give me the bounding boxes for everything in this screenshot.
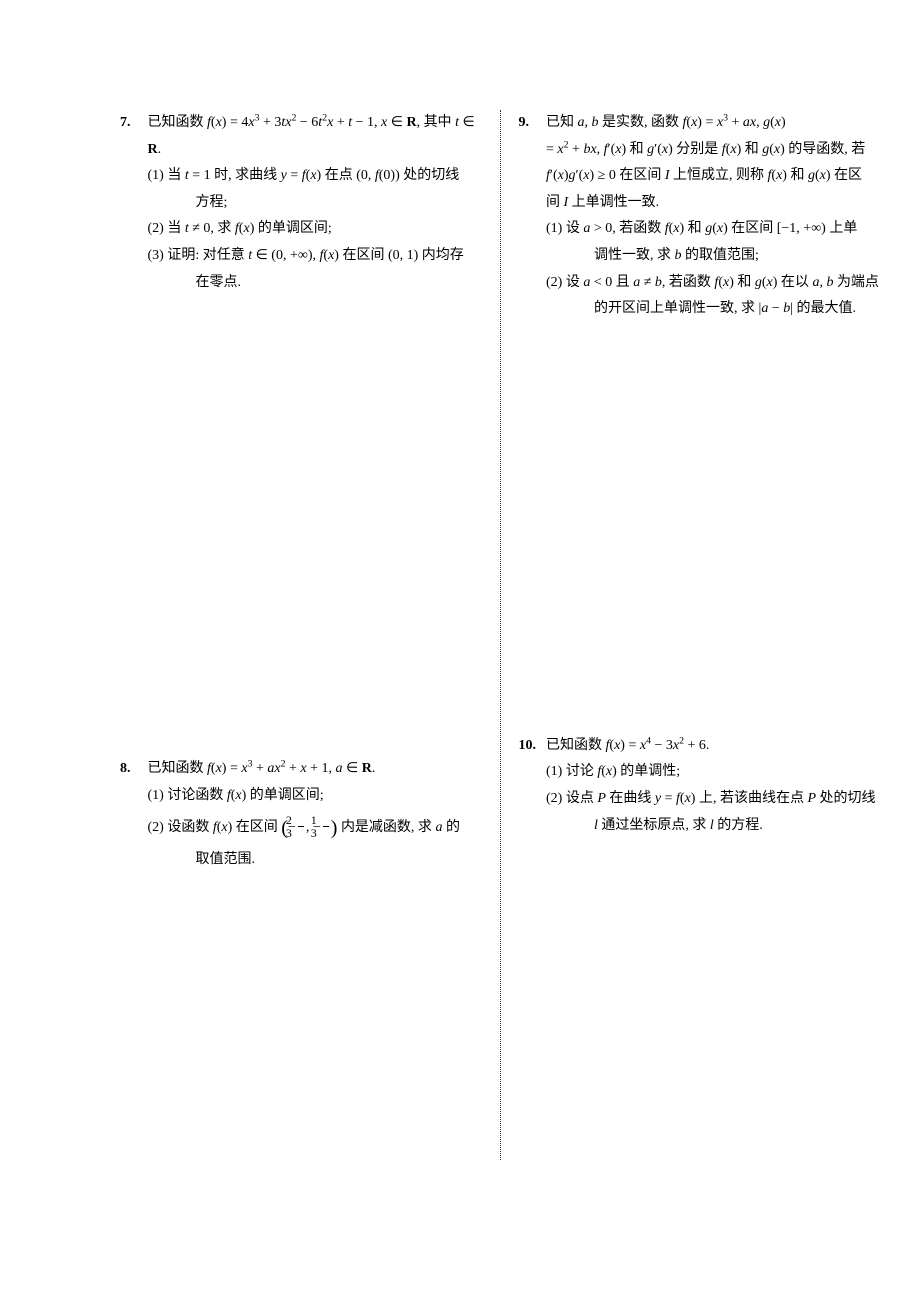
problem-8-sub1: (1) 讨论函数 f(x) 的单调区间; — [148, 783, 482, 810]
problem-7-sub1: (1) 当 t = 1 时, 求曲线 y = f(x) 在点 (0, f(0))… — [148, 163, 482, 190]
problem-body: 已知函数 f(x) = 4x3 + 3tx2 − 6t2x + t − 1, x… — [148, 110, 482, 296]
problem-8-sub2: (2) 设函数 f(x) 在区间 (−23, −13) 内是减函数, 求 a 的 — [148, 809, 482, 847]
problem-10-sub1: (1) 讨论 f(x) 的单调性; — [546, 759, 880, 786]
problem-stem: 已知函数 f(x) = x3 + ax2 + x + 1, a ∈ R. — [148, 761, 376, 776]
problem-9: 9. 已知 a, b 是实数, 函数 f(x) = x3 + ax, g(x) … — [519, 110, 881, 323]
problem-9-sub2: (2) 设 a < 0 且 a ≠ b, 若函数 f(x) 和 g(x) 在以 … — [546, 270, 880, 297]
problem-body: 已知函数 f(x) = x3 + ax2 + x + 1, a ∈ R. (1)… — [148, 756, 482, 874]
page: 7. 已知函数 f(x) = 4x3 + 3tx2 − 6t2x + t − 1… — [0, 0, 920, 1302]
problem-9-line1: 已知 a, b 是实数, 函数 f(x) = x3 + ax, g(x) — [546, 115, 786, 130]
problem-10: 10. 已知函数 f(x) = x4 − 3x2 + 6. (1) 讨论 f(x… — [519, 733, 881, 839]
left-column: 7. 已知函数 f(x) = 4x3 + 3tx2 − 6t2x + t − 1… — [120, 110, 500, 1262]
problem-9-sub2b: 的开区间上单调性一致, 求 |a − b| 的最大值. — [546, 296, 880, 323]
fraction-den: 3 — [298, 827, 304, 839]
fraction-den: 3 — [323, 827, 329, 839]
problem-number: 8. — [120, 756, 144, 783]
right-column: 9. 已知 a, b 是实数, 函数 f(x) = x3 + ax, g(x) … — [501, 110, 881, 1262]
fraction-num: 2 — [298, 814, 304, 827]
problem-number: 10. — [519, 733, 543, 760]
problem-number: 7. — [120, 110, 144, 137]
problem-9-line2: = x2 + bx, f′(x) 和 g′(x) 分别是 f(x) 和 g(x)… — [546, 142, 865, 157]
problem-number: 9. — [519, 110, 543, 137]
problem-9-sub1: (1) 设 a > 0, 若函数 f(x) 和 g(x) 在区间 [−1, +∞… — [546, 216, 880, 243]
fraction-num: 1 — [323, 814, 329, 827]
problem-7-sub3b: 在零点. — [148, 270, 482, 297]
problem-stem: 已知函数 f(x) = x4 − 3x2 + 6. — [546, 738, 709, 753]
problem-9-line4: 间 I 上单调性一致. — [546, 195, 659, 210]
problem-8: 8. 已知函数 f(x) = x3 + ax2 + x + 1, a ∈ R. … — [120, 756, 482, 874]
problem-8-sub2b: 取值范围. — [148, 847, 482, 874]
problem-7: 7. 已知函数 f(x) = 4x3 + 3tx2 − 6t2x + t − 1… — [120, 110, 482, 296]
problem-10-sub2b: l 通过坐标原点, 求 l 的方程. — [546, 813, 880, 840]
problem-body: 已知函数 f(x) = x4 − 3x2 + 6. (1) 讨论 f(x) 的单… — [546, 733, 880, 839]
problem-7-sub1b: 方程; — [148, 190, 482, 217]
problem-9-line3: f′(x)g′(x) ≥ 0 在区间 I 上恒成立, 则称 f(x) 和 g(x… — [546, 168, 862, 183]
problem-10-sub2: (2) 设点 P 在曲线 y = f(x) 上, 若该曲线在点 P 处的切线 — [546, 786, 880, 813]
problem-body: 已知 a, b 是实数, 函数 f(x) = x3 + ax, g(x) = x… — [546, 110, 880, 323]
problem-stem: 已知函数 f(x) = 4x3 + 3tx2 − 6t2x + t − 1, x… — [148, 115, 475, 157]
problem-9-sub1b: 调性一致, 求 b 的取值范围; — [546, 243, 880, 270]
problem-7-sub3: (3) 证明: 对任意 t ∈ (0, +∞), f(x) 在区间 (0, 1)… — [148, 243, 482, 270]
problem-7-sub2: (2) 当 t ≠ 0, 求 f(x) 的单调区间; — [148, 216, 482, 243]
